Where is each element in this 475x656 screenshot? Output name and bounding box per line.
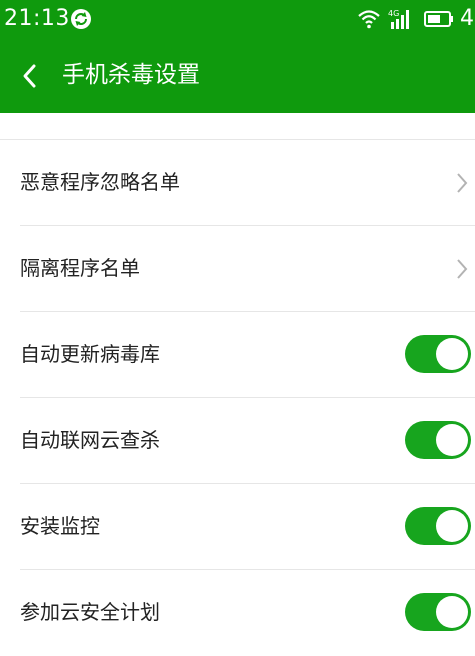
setting-label: 参加云安全计划 [20, 600, 160, 624]
setting-row-cloud-security-program: 参加云安全计划 [0, 570, 475, 656]
battery-icon [424, 11, 453, 27]
cloud-security-program-toggle[interactable] [405, 593, 471, 631]
toggle-knob [436, 424, 468, 456]
app-bar: 手机杀毒设置 [0, 40, 475, 113]
install-monitor-toggle[interactable] [405, 507, 471, 545]
status-bar: 21:13 4G 4 [0, 0, 475, 40]
signal-icon: 4G [388, 9, 409, 29]
settings-list: 恶意程序忽略名单 隔离程序名单 自动更新病毒库 自动联网云查杀 安装监控 参加云… [0, 113, 475, 636]
toggle-knob [436, 510, 468, 542]
auto-update-virus-db-toggle[interactable] [405, 335, 471, 373]
setting-label: 恶意程序忽略名单 [20, 170, 180, 194]
setting-row-auto-update-virus-db: 自动更新病毒库 [0, 312, 475, 398]
setting-label: 安装监控 [20, 514, 100, 538]
setting-label: 自动联网云查杀 [20, 428, 160, 452]
network-type-label: 4G [388, 9, 399, 18]
page-title: 手机杀毒设置 [62, 62, 200, 88]
sync-icon [71, 9, 91, 29]
setting-row-malware-ignore-list[interactable]: 恶意程序忽略名单 [0, 140, 475, 226]
back-icon[interactable] [20, 62, 40, 90]
auto-cloud-scan-toggle[interactable] [405, 421, 471, 459]
setting-label: 隔离程序名单 [20, 256, 140, 280]
setting-row-install-monitor: 安装监控 [0, 484, 475, 570]
toggle-knob [436, 338, 468, 370]
setting-label: 自动更新病毒库 [20, 342, 160, 366]
battery-percent-text: 4 [460, 6, 474, 31]
setting-row-auto-cloud-scan: 自动联网云查杀 [0, 398, 475, 484]
chevron-right-icon [457, 173, 468, 193]
chevron-right-icon [457, 259, 468, 279]
toggle-knob [436, 596, 468, 628]
wifi-icon [358, 10, 380, 29]
status-time: 21:13 [4, 6, 70, 31]
setting-row-quarantine-list[interactable]: 隔离程序名单 [0, 226, 475, 312]
